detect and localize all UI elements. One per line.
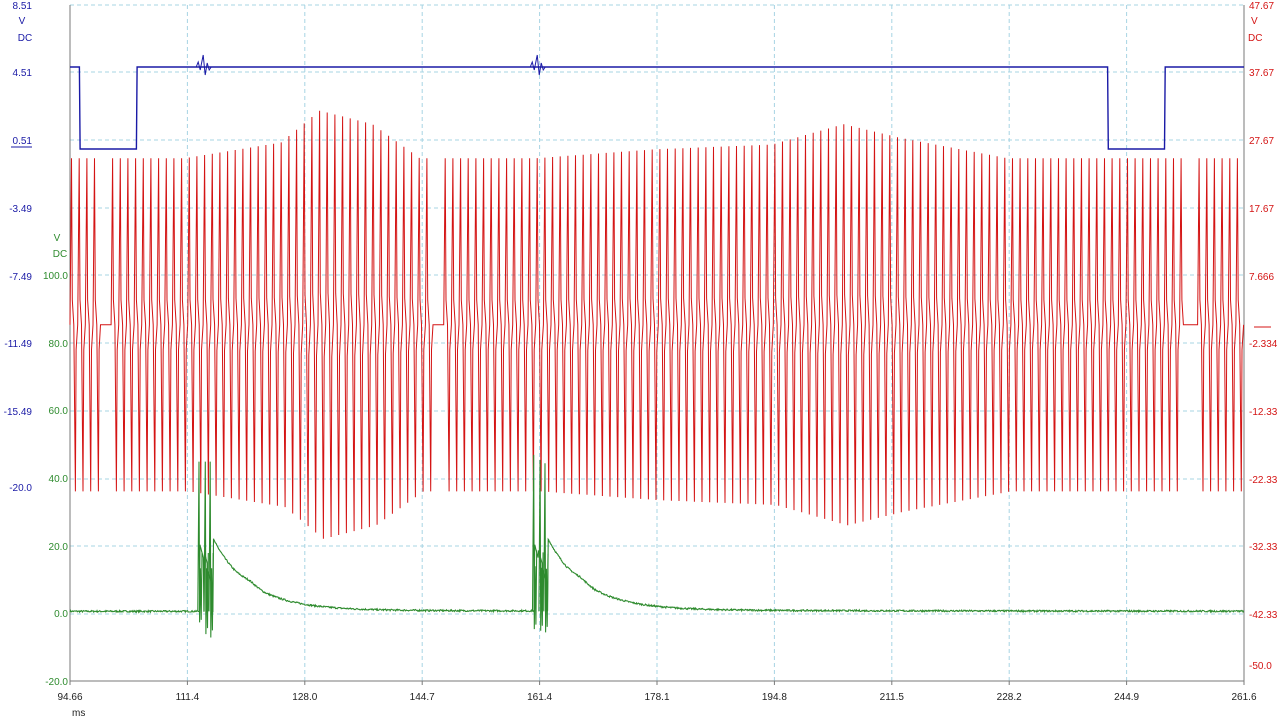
red-axis-tick-label: -50.0: [1249, 661, 1272, 672]
green-axis-tick-label: 60.0: [49, 406, 69, 417]
blue-axis-tick-label: -3.49: [9, 204, 32, 215]
red-axis-tick-label: 17.67: [1249, 204, 1274, 215]
x-tick-label: 244.9: [1114, 692, 1139, 703]
x-tick-label: 261.6: [1231, 692, 1256, 703]
red-axis-unit: V: [1251, 16, 1258, 27]
x-tick-label: 211.5: [880, 692, 905, 703]
red-axis-tick-label: 37.67: [1249, 68, 1274, 79]
green-axis-unit-dc: DC: [53, 249, 67, 260]
blue-axis-tick-label: -20.0: [9, 483, 32, 494]
green-axis-tick-label: 0.0: [54, 609, 68, 620]
red-axis-tick-label: -42.33: [1249, 610, 1278, 621]
red-axis-tick-label: -32.33: [1249, 542, 1278, 553]
x-tick-label: 111.4: [176, 692, 200, 703]
green-axis-unit: V: [54, 233, 61, 244]
blue-axis-tick-label: 8.51: [13, 1, 33, 12]
x-tick-label: 178.1: [644, 692, 669, 703]
blue-axis-tick-label: 0.51: [13, 136, 33, 147]
green-axis-tick-label: 20.0: [49, 542, 69, 553]
x-axis-unit: ms: [72, 708, 85, 719]
red-axis-tick-label: -2.334: [1249, 339, 1278, 350]
blue-axis-tick-label: -15.49: [4, 407, 33, 418]
scope-chart: 94.66 111.4 128.0 144.7 161.4 178.1 194.8 211.5…: [0, 0, 1280, 720]
red-axis-tick-label: -12.33: [1249, 407, 1278, 418]
red-axis-tick-label: -22.33: [1249, 475, 1278, 486]
blue-axis-tick-label: -11.49: [4, 339, 32, 350]
blue-axis-unit: V: [19, 16, 26, 27]
x-tick-label: 128.0: [292, 692, 317, 703]
blue-axis-tick-label: -7.49: [9, 272, 32, 283]
red-axis-unit-dc: DC: [1248, 33, 1262, 44]
red-axis-tick-label: 27.67: [1249, 136, 1274, 147]
x-tick-label: 144.7: [410, 692, 435, 703]
x-tick-label: 161.4: [527, 692, 552, 703]
green-axis-tick-label: -20.0: [45, 677, 68, 688]
x-tick-label: 94.66: [57, 692, 82, 703]
blue-axis-tick-label: 4.51: [13, 68, 33, 79]
green-axis-tick-label: 80.0: [49, 339, 69, 350]
blue-axis-unit-dc: DC: [18, 33, 32, 44]
green-axis-tick-label: 40.0: [49, 474, 69, 485]
red-axis-tick-label: 47.67: [1249, 1, 1274, 12]
green-axis-tick-label: 100.0: [43, 271, 68, 282]
x-tick-label: 194.8: [762, 692, 787, 703]
x-tick-label: 228.2: [997, 692, 1022, 703]
red-axis-tick-label: 7.666: [1249, 272, 1274, 283]
